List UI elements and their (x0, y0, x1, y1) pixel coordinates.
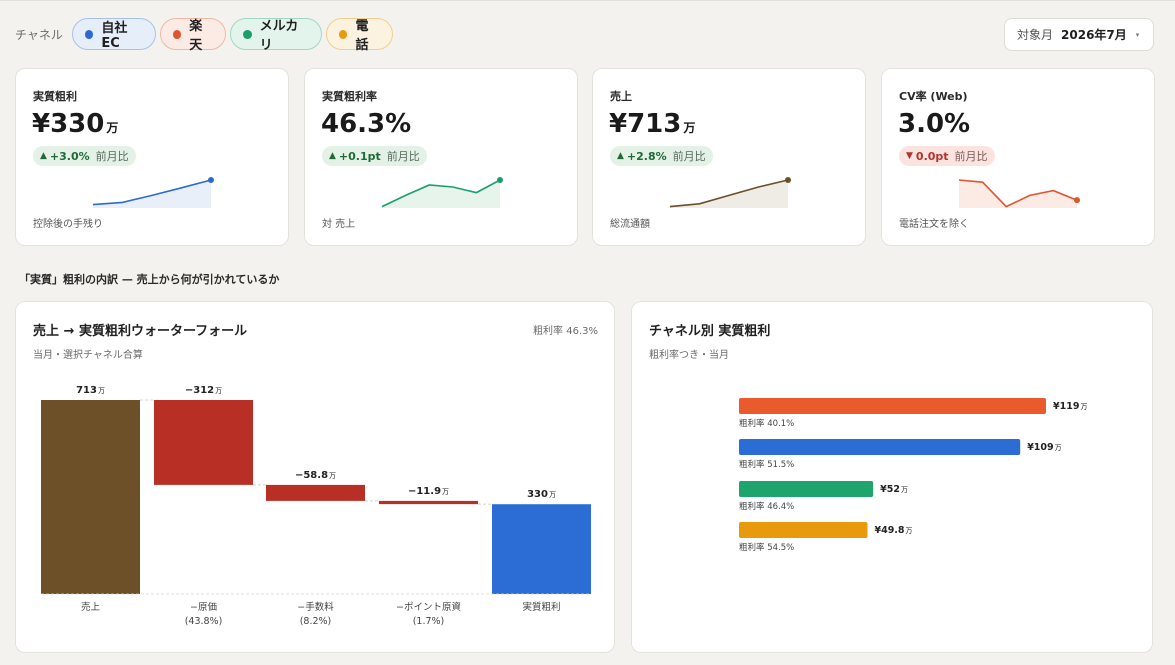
kpi-title: 実質粗利 (33, 90, 77, 103)
channel-rate-label: 粗利率 54.5% (739, 542, 794, 553)
channel-pill-mercari[interactable]: メルカリ (230, 18, 322, 53)
waterfall-panel: 713万売上 −312万 −原価 (43.8%) −58.8万 −手数料 (8.2%) −11… (15, 301, 615, 653)
waterfall-category-label: (8.2%) (300, 616, 332, 627)
kpi-card-gross-margin: 実質粗利率 46.3% ▲ +0.1pt 前月比 対 売上 (304, 68, 578, 246)
channel-pill-jisha-ec[interactable]: 自社EC (72, 18, 156, 51)
kpi-note: 対 売上 (322, 219, 356, 230)
channel-rate-label: 粗利率 46.4% (739, 501, 794, 512)
channel-bar (739, 398, 1046, 414)
arrow-up-icon: ▲ (329, 151, 336, 161)
arrow-up-icon: ▲ (617, 151, 624, 161)
panel-subtitle: 粗利率つき・当月 (649, 350, 729, 361)
waterfall-category-label: (43.8%) (185, 616, 223, 627)
kpi-value: ¥330 万 (32, 109, 119, 139)
channel-bar (739, 439, 1021, 455)
channel-value-label: ¥49.8万 (874, 525, 912, 536)
kpi-value: 46.3% (321, 109, 412, 139)
kpi-delta-badge: ▲ +0.1pt 前月比 (322, 146, 427, 166)
kpi-delta-badge: ▲ +3.0% 前月比 (33, 146, 136, 166)
chevron-down-icon: ▾ (1135, 30, 1140, 39)
channel-dot-icon (85, 29, 94, 39)
channel-filter-label: チャネル (15, 28, 63, 42)
sparkline (92, 177, 214, 208)
kpi-card-sales: 売上 ¥713 万 ▲ +2.8% 前月比 総流通額 (592, 68, 866, 246)
channel-value-label: ¥119万 (1053, 401, 1087, 412)
channel-dot-icon (243, 29, 252, 39)
channel-pill-phone[interactable]: 電話 (326, 18, 393, 53)
waterfall-value-label: 330万 (527, 489, 556, 500)
waterfall-category-label: −手数料 (297, 601, 334, 613)
waterfall-value-label: −58.8万 (295, 470, 336, 481)
sparkline-area (959, 180, 1077, 208)
kpi-note: 総流通額 (610, 219, 650, 230)
arrow-down-icon: ▼ (906, 151, 913, 161)
kpi-note: 電話注文を除く (899, 219, 969, 230)
month-select-value: 2026年7月 (1061, 28, 1127, 42)
channel-value-label: ¥52万 (880, 484, 908, 495)
channel-bar (739, 481, 874, 497)
waterfall-category-label: −原価 (190, 601, 217, 613)
waterfall-category-label: (1.7%) (413, 616, 445, 627)
sparkline-endpoint (497, 177, 503, 183)
section-title: 「実質」粗利の内訳 — 売上から何が引かれているか (19, 273, 280, 286)
month-select[interactable]: 対象月 2026年7月 ▾ (1004, 18, 1154, 51)
sparkline (669, 177, 791, 208)
waterfall-bar (492, 504, 591, 594)
kpi-value: 3.0% (898, 109, 971, 139)
channel-dot-icon (339, 29, 348, 39)
channel-pill-label: 電話 (355, 19, 369, 53)
kpi-delta-badge: ▼ 0.0pt 前月比 (899, 146, 995, 166)
panel-subtitle: 当月・選択チャネル合算 (33, 350, 143, 361)
channel-name-column (640, 388, 708, 548)
gross-margin-rate: 粗利率 46.3% (533, 326, 598, 337)
sparkline (958, 179, 1080, 208)
channel-pill-label: 自社EC (101, 21, 128, 51)
sparkline-area (382, 180, 500, 208)
kpi-title: 実質粗利率 (322, 90, 377, 103)
filter-bar: チャネル 自社EC 楽天 メルカリ 電話 対象月 2026年7月 ▾ (0, 0, 1175, 66)
arrow-up-icon: ▲ (40, 151, 47, 161)
channel-bar (739, 522, 868, 538)
channel-dot-icon (173, 29, 182, 39)
waterfall-value-label: 713万 (76, 385, 105, 396)
kpi-note: 控除後の手残り (33, 219, 103, 230)
channel-rate-label: 粗利率 51.5% (739, 459, 794, 470)
waterfall-value-label: −11.9万 (408, 486, 449, 497)
waterfall-category-label: 売上 (81, 601, 101, 613)
channel-pill-rakuten[interactable]: 楽天 (160, 18, 226, 53)
waterfall-bar (379, 500, 478, 505)
waterfall-category-label: 実質粗利 (522, 601, 560, 613)
kpi-delta-badge: ▲ +2.8% 前月比 (610, 146, 713, 166)
kpi-title: CV率 (Web) (899, 90, 968, 103)
channel-rate-label: 粗利率 40.1% (739, 418, 794, 429)
channel-pill-label: 楽天 (189, 19, 203, 53)
kpi-card-cv-rate: CV率 (Web) 3.0% ▼ 0.0pt 前月比 電話注文を除く (881, 68, 1155, 246)
kpi-value: ¥713 万 (609, 109, 696, 139)
panel-title: 売上 → 実質粗利ウォーターフォール (33, 324, 248, 339)
waterfall-category-label: −ポイント原資 (396, 601, 461, 613)
sparkline (381, 177, 503, 208)
month-select-label: 対象月 (1017, 28, 1054, 42)
waterfall-value-label: −312万 (185, 385, 222, 396)
sparkline-endpoint (208, 177, 214, 183)
sparkline-endpoint (785, 177, 791, 183)
sparkline-endpoint (1074, 197, 1080, 204)
channel-pill-label: メルカリ (259, 19, 299, 53)
kpi-title: 売上 (610, 90, 632, 103)
waterfall-bar (266, 484, 365, 501)
channel-profit-panel: ¥119万粗利率 40.1% ¥109万粗利率 51.5% ¥52万粗利率 46.4… (631, 301, 1153, 653)
panel-title: チャネル別 実質粗利 (649, 324, 771, 339)
waterfall-bar (154, 400, 253, 485)
kpi-card-gross-profit: 実質粗利 ¥330 万 ▲ +3.0% 前月比 控除後の手残り (15, 68, 289, 246)
channel-value-label: ¥109万 (1027, 442, 1061, 453)
waterfall-bar (41, 400, 140, 594)
